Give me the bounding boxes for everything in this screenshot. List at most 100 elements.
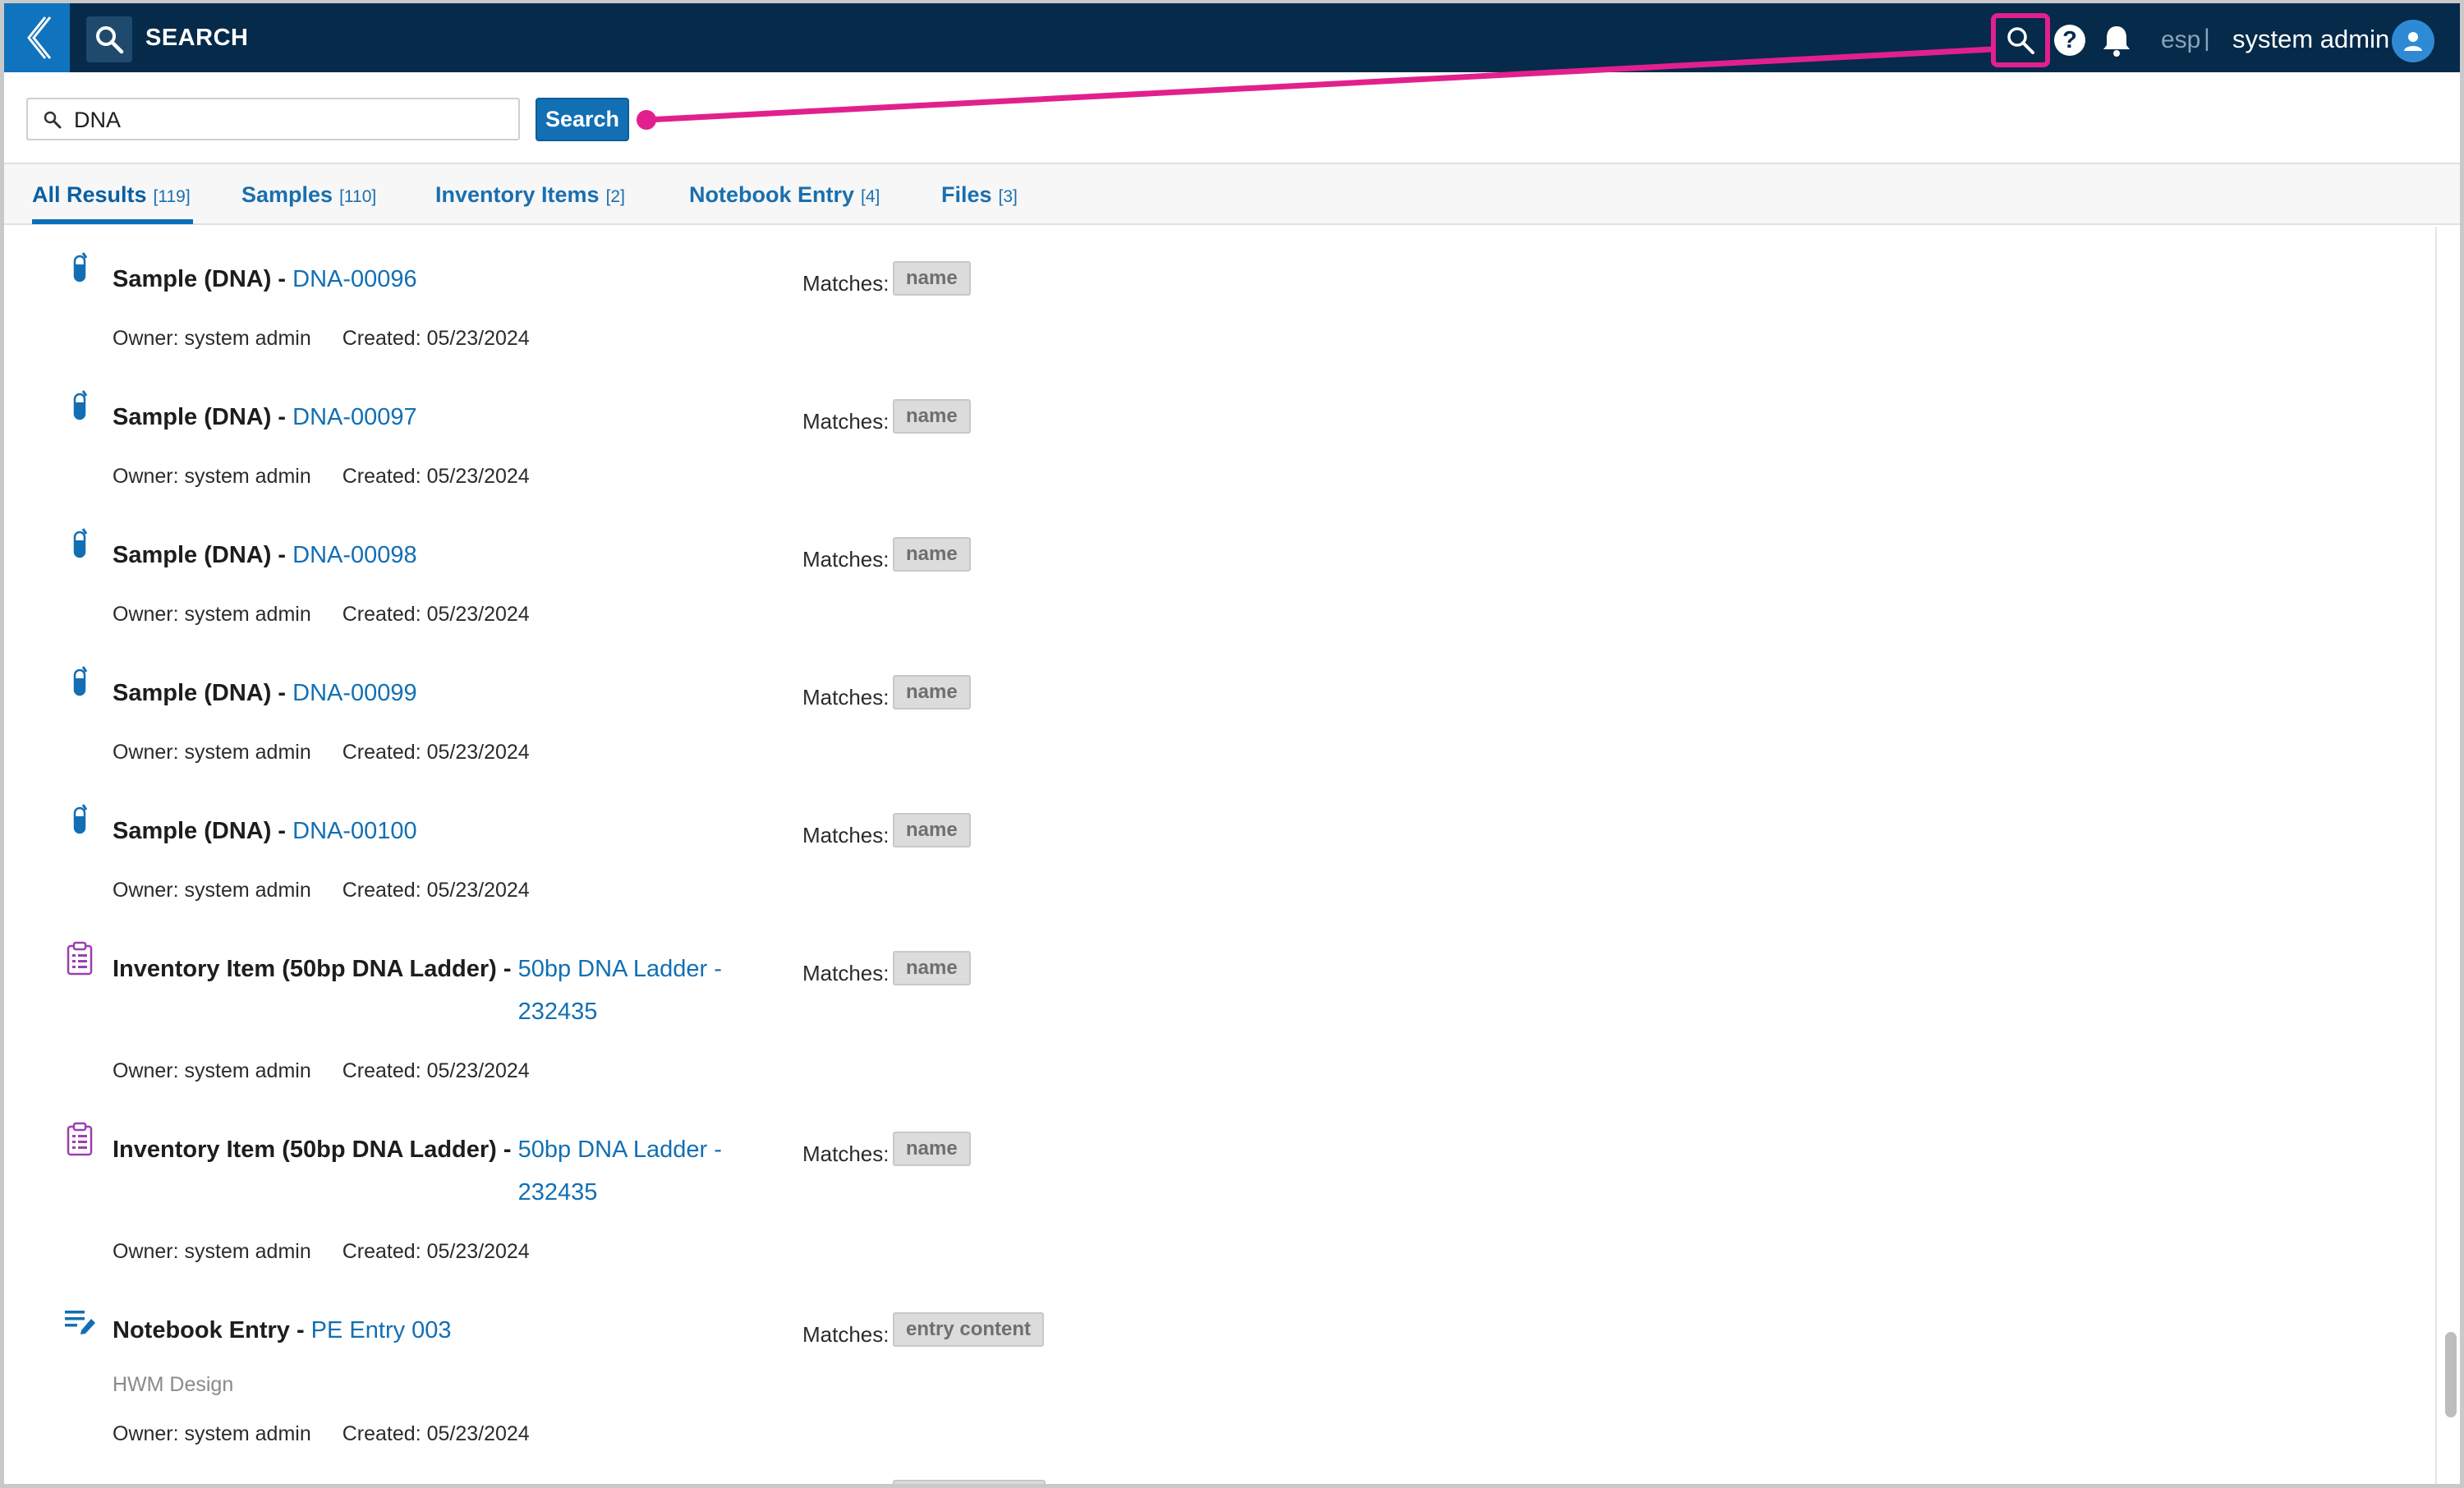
result-created: Created: 05/23/2024 [342, 465, 530, 488]
list-item: Sample (DNA) - DNA-00099 Owner: system a… [4, 665, 2435, 788]
user-icon [2404, 32, 2422, 51]
test-tube-icon [73, 528, 88, 558]
tab-samples[interactable]: Samples [110] [241, 182, 376, 208]
result-created: Created: 05/23/2024 [342, 327, 530, 350]
matches-label: Matches: [802, 823, 890, 847]
list-item: Sample (DNA) - DNA-00098 Owner: system a… [4, 527, 2435, 650]
clipboard-list-icon [67, 1122, 93, 1156]
tab-count: [2] [605, 187, 625, 206]
avatar[interactable] [2392, 20, 2434, 62]
results-list: Sample (DNA) - DNA-00096 Owner: system a… [4, 227, 2443, 1484]
matches-label: Matches: [802, 961, 890, 985]
tab-label: All Results [32, 182, 147, 207]
result-created: Created: 05/23/2024 [342, 879, 530, 902]
result-created: Created: 05/23/2024 [342, 603, 530, 626]
result-meta: Owner: system admin Created: 05/23/2024 [113, 1240, 530, 1264]
scrollbar-thumb[interactable] [2445, 1332, 2457, 1417]
result-meta: Owner: system admin Created: 05/23/2024 [113, 879, 530, 902]
match-badge: entry content [893, 1312, 1045, 1347]
list-item: Sample (DNA) - DNA-00096 Owner: system a… [4, 251, 2435, 374]
result-title: Sample (DNA) - DNA-00099 [113, 672, 770, 714]
result-meta: Owner: system admin Created: 05/23/2024 [113, 741, 530, 765]
result-link[interactable]: DNA-00099 [292, 680, 417, 706]
result-link[interactable]: DNA-00100 [292, 818, 417, 844]
global-search-button[interactable] [1991, 13, 2050, 67]
result-owner: Owner: system admin [113, 1422, 311, 1445]
help-icon[interactable]: ? [2054, 25, 2085, 56]
tab-label: Files [941, 182, 992, 207]
chevron-left-icon [27, 16, 52, 59]
result-type: Sample (DNA) - [113, 818, 293, 844]
list-item: Notebook Entry - PE Entry 003 HWM Design… [4, 1302, 2435, 1483]
result-link-line1: 50bp DNA Ladder - [517, 1137, 722, 1163]
user-name[interactable]: system admin [2232, 25, 2389, 54]
result-link[interactable]: 50bp DNA Ladder - 232435 [518, 948, 722, 1033]
search-icon [2007, 27, 2034, 54]
result-title: Sample (DNA) - DNA-00097 [113, 396, 770, 439]
result-meta: Owner: system admin Created: 05/23/2024 [113, 465, 530, 489]
test-tube-icon [73, 252, 88, 282]
result-tabs: All Results [119] Samples [110] Inventory … [4, 164, 2460, 225]
matches-label: Matches: [802, 409, 890, 434]
test-tube-icon [73, 804, 88, 834]
list-item: Sample (DNA) - DNA-00097 Owner: system a… [4, 389, 2435, 512]
result-type: Inventory Item (50bp DNA Ladder) - [113, 1137, 518, 1163]
tab-inventory-items[interactable]: Inventory Items [2] [435, 182, 625, 208]
result-link-line1: 50bp DNA Ladder - [517, 956, 722, 982]
matches-label: Matches: [802, 1141, 890, 1166]
result-link-line2: 232435 [517, 1179, 598, 1206]
search-icon [44, 111, 62, 129]
result-owner: Owner: system admin [113, 327, 311, 350]
matches-label: Matches: [802, 547, 890, 572]
result-type: Sample (DNA) - [113, 266, 293, 292]
result-title: Sample (DNA) - DNA-00098 [113, 534, 770, 576]
result-meta: Owner: system admin Created: 05/23/2024 [113, 1059, 530, 1083]
tab-count: [4] [861, 187, 880, 206]
tab-count: [119] [153, 187, 191, 206]
matches-label: Matches: [802, 1322, 890, 1347]
match-badge: name [893, 813, 971, 847]
result-link[interactable]: DNA-00096 [292, 266, 417, 292]
list-item: Inventory Item (50bp DNA Ladder) - 50bp … [4, 1122, 2435, 1294]
bell-icon[interactable] [2100, 23, 2133, 57]
match-badge: name [893, 537, 971, 572]
result-subtitle: HWM Design [113, 1373, 234, 1396]
tab-label: Samples [241, 182, 333, 207]
result-title: Notebook Entry - PE Entry 003 [113, 1309, 770, 1352]
tab-all-results[interactable]: All Results [119] [32, 182, 191, 208]
match-badge: name [893, 261, 971, 296]
result-link[interactable]: PE Entry 003 [311, 1317, 452, 1343]
app-window: SEARCH ? esp | system admin DNA Search A… [0, 0, 2464, 1488]
page-title: SEARCH [145, 25, 249, 51]
org-label[interactable]: esp [2161, 26, 2200, 54]
result-owner: Owner: system admin [113, 1240, 311, 1263]
tab-notebook-entry[interactable]: Notebook Entry [4] [689, 182, 880, 208]
result-link[interactable]: DNA-00098 [292, 542, 417, 568]
tab-count: [110] [339, 187, 377, 206]
match-badge: name [893, 399, 971, 434]
search-input[interactable] [74, 104, 509, 135]
search-input-container[interactable] [26, 98, 520, 140]
result-link-line2: 232435 [517, 999, 598, 1025]
result-meta: Owner: system admin Created: 05/23/2024 [113, 1422, 530, 1446]
matches-label: Matches: [802, 685, 890, 710]
search-button[interactable]: Search [536, 98, 629, 141]
result-owner: Owner: system admin [113, 741, 311, 764]
result-created: Created: 05/23/2024 [342, 741, 530, 764]
result-meta: Owner: system admin Created: 05/23/2024 [113, 603, 530, 627]
org-separator: | [2204, 25, 2210, 52]
back-button[interactable] [4, 3, 70, 72]
match-badge: name [893, 1132, 971, 1166]
notebook-edit-icon [65, 1311, 95, 1334]
result-title: Sample (DNA) - DNA-00100 [113, 810, 770, 852]
tab-files[interactable]: Files [3] [941, 182, 1018, 208]
result-created: Created: 05/23/2024 [342, 1059, 530, 1082]
result-link[interactable]: DNA-00097 [292, 404, 417, 430]
result-type: Notebook Entry - [113, 1317, 311, 1343]
result-created: Created: 05/23/2024 [342, 1422, 530, 1445]
scrollbar-track[interactable] [2435, 227, 2460, 1484]
clipboard-list-icon [67, 941, 93, 976]
search-app-icon [86, 16, 132, 62]
matches-label: Matches: [802, 271, 890, 296]
result-link[interactable]: 50bp DNA Ladder - 232435 [518, 1128, 722, 1214]
